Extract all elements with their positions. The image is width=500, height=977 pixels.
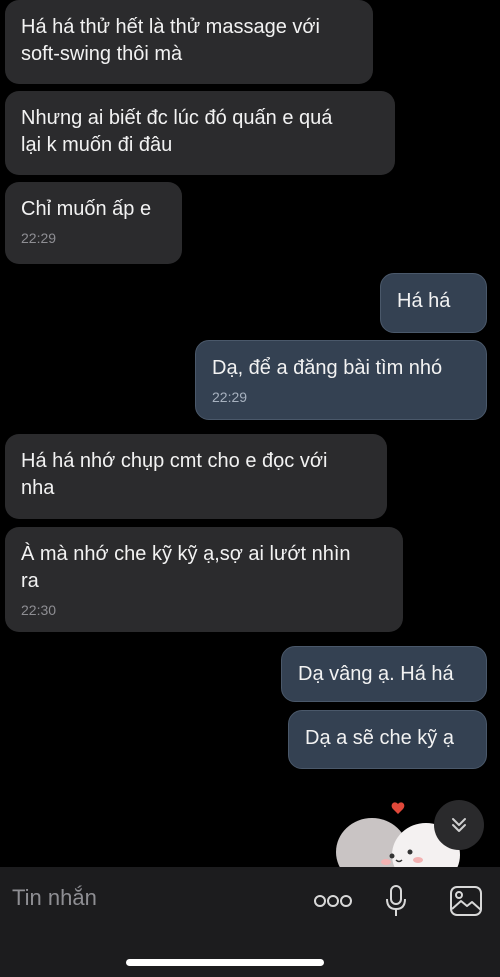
message-bubble-incoming[interactable]: Há há nhớ chụp cmt cho e đọc với nha — [5, 434, 387, 519]
scroll-to-bottom-button[interactable] — [434, 800, 484, 850]
message-bubble-incoming[interactable]: Nhưng ai biết đc lúc đó quấn e quá lại k… — [5, 91, 395, 175]
home-indicator[interactable] — [126, 959, 324, 966]
message-text: Há há nhớ chụp cmt cho e đọc với nha — [21, 450, 328, 499]
more-button[interactable] — [312, 887, 354, 915]
microphone-icon — [386, 885, 406, 916]
message-timestamp: 22:29 — [212, 389, 248, 405]
message-bubble-incoming[interactable]: Há há thử hết là thử massage với soft-sw… — [5, 0, 373, 84]
message-text: Dạ vâng ạ. Há há — [298, 663, 454, 685]
message-text: Dạ a sẽ che kỹ ạ — [305, 727, 454, 749]
message-text: À mà nhớ che kỹ kỹ ạ,sợ ai lướt nhìn ra — [21, 543, 351, 592]
message-input[interactable]: Tin nhắn — [12, 885, 97, 911]
message-bubble-incoming[interactable]: À mà nhớ che kỹ kỹ ạ,sợ ai lướt nhìn ra … — [5, 527, 403, 632]
message-bubble-outgoing[interactable]: Há há — [380, 273, 487, 333]
microphone-button[interactable] — [380, 881, 412, 921]
message-text: Chỉ muốn ấp e — [21, 198, 152, 220]
chevron-double-down-icon — [452, 818, 466, 832]
message-timestamp: 22:30 — [21, 602, 57, 618]
message-text: Dạ, để a đăng bài tìm nhó — [212, 357, 443, 379]
message-bubble-outgoing[interactable]: Dạ, để a đăng bài tìm nhó 22:29 — [195, 340, 487, 420]
message-bubble-outgoing[interactable]: Dạ vâng ạ. Há há — [281, 646, 487, 702]
message-text: Há há thử hết là thử massage với soft-sw… — [21, 16, 320, 65]
message-text: Há há — [397, 290, 451, 312]
message-timestamp: 22:29 — [21, 230, 57, 246]
image-button[interactable] — [446, 881, 486, 921]
more-icon — [314, 895, 352, 907]
message-bubble-incoming[interactable]: Chỉ muốn ấp e 22:29 — [5, 182, 182, 264]
message-text: Nhưng ai biết đc lúc đó quấn e quá lại k… — [21, 107, 333, 156]
message-bubble-outgoing[interactable]: Dạ a sẽ che kỹ ạ — [288, 710, 487, 769]
image-icon — [450, 886, 482, 916]
